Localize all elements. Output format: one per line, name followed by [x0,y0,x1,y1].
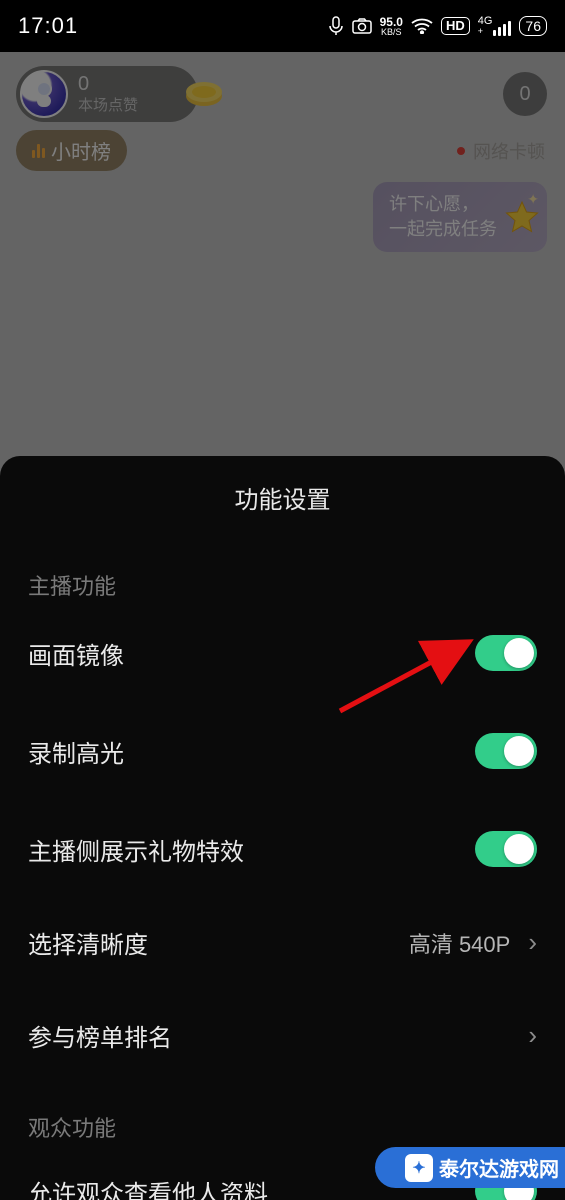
row-allow-profile-label: 允许观众查看他人资料 [28,1174,268,1200]
chevron-right-icon: › [528,1020,537,1051]
status-bar: 17:01 95.0 KB/S HD 4G+ 76 [0,0,565,52]
wifi-icon [411,18,433,34]
battery-indicator: 76 [519,16,547,36]
row-mirror: 画面镜像 [28,635,537,671]
status-time: 17:01 [18,13,78,39]
watermark: ✦ 泰尔达游戏网 [375,1147,565,1188]
row-resolution[interactable]: 选择清晰度 高清 540P › [28,925,537,960]
live-stream-area: 0 本场点赞 0 小时榜 网络卡顿 许下心愿， 一起完成任务 ✦ [0,52,565,477]
watermark-logo-icon: ✦ [405,1154,433,1182]
row-highlight-label: 录制高光 [28,734,124,769]
hd-indicator: HD [441,17,470,35]
toggle-mirror[interactable] [475,635,537,671]
row-highlight: 录制高光 [28,733,537,769]
toggle-gift-effect[interactable] [475,831,537,867]
sheet-title: 功能设置 [28,480,537,515]
settings-sheet: 功能设置 主播功能 画面镜像 录制高光 主播侧展示礼物特效 选择清晰度 高清 5… [0,456,565,1200]
row-rank-label: 参与榜单排名 [28,1018,172,1053]
cell-signal: 4G+ [478,16,512,36]
row-gift-effect: 主播侧展示礼物特效 [28,831,537,867]
row-resolution-label: 选择清晰度 [28,925,148,960]
section-host-label: 主播功能 [28,569,537,601]
section-audience-label: 观众功能 [28,1111,537,1143]
status-icons: 95.0 KB/S HD 4G+ 76 [328,16,547,37]
camera-icon [352,18,372,34]
watermark-text: 泰尔达游戏网 [439,1153,559,1182]
chevron-right-icon: › [528,927,537,958]
row-gift-effect-label: 主播侧展示礼物特效 [28,832,244,867]
network-speed: 95.0 KB/S [380,16,403,37]
mic-icon [328,16,344,36]
toggle-highlight[interactable] [475,733,537,769]
row-mirror-label: 画面镜像 [28,636,124,671]
row-rank-participate[interactable]: 参与榜单排名 › [28,1018,537,1053]
resolution-value: 高清 540P [409,927,511,959]
